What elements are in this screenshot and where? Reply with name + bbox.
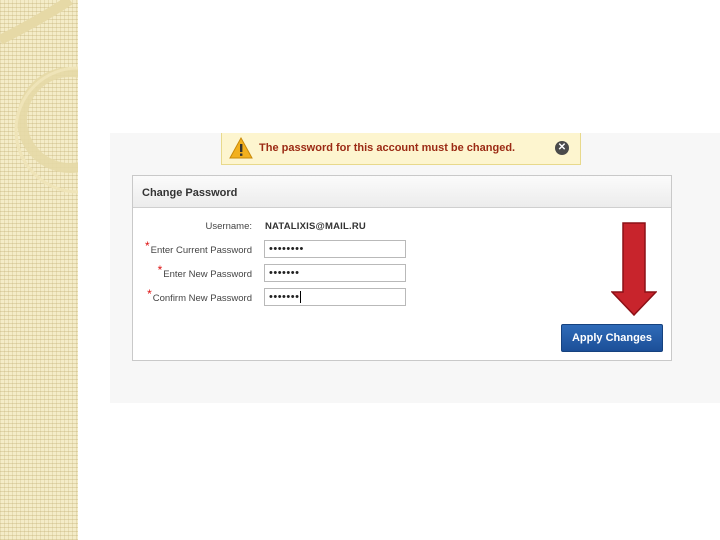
new-password-input[interactable]: ••••••• xyxy=(264,264,406,282)
required-marker: * xyxy=(147,287,152,301)
current-password-label: *Enter Current Password xyxy=(144,239,252,256)
required-marker: * xyxy=(144,239,150,253)
confirm-password-input[interactable]: ••••••• xyxy=(264,288,406,306)
panel-title: Change Password xyxy=(142,187,238,199)
username-label: Username: xyxy=(205,221,252,232)
confirm-password-label: *Confirm New Password xyxy=(147,287,252,304)
red-down-arrow xyxy=(611,222,657,316)
username-value: NATALIXIS@MAIL.RU xyxy=(265,221,366,232)
close-icon[interactable]: ✕ xyxy=(555,141,569,155)
required-marker: * xyxy=(157,263,163,277)
change-password-panel: Change Password Username: NATALIXIS@MAIL… xyxy=(132,175,672,361)
new-password-label: *Enter New Password xyxy=(157,263,252,280)
apply-changes-button[interactable]: Apply Changes xyxy=(561,324,663,352)
decorative-side-strip xyxy=(0,0,78,540)
alert-message: The password for this account must be ch… xyxy=(259,142,516,154)
password-change-alert: The password for this account must be ch… xyxy=(221,133,581,165)
warning-triangle-icon xyxy=(229,137,253,159)
text-caret xyxy=(300,291,302,304)
panel-header: Change Password xyxy=(133,176,671,208)
decorative-circles xyxy=(0,0,78,194)
current-password-input[interactable]: •••••••• xyxy=(264,240,406,258)
